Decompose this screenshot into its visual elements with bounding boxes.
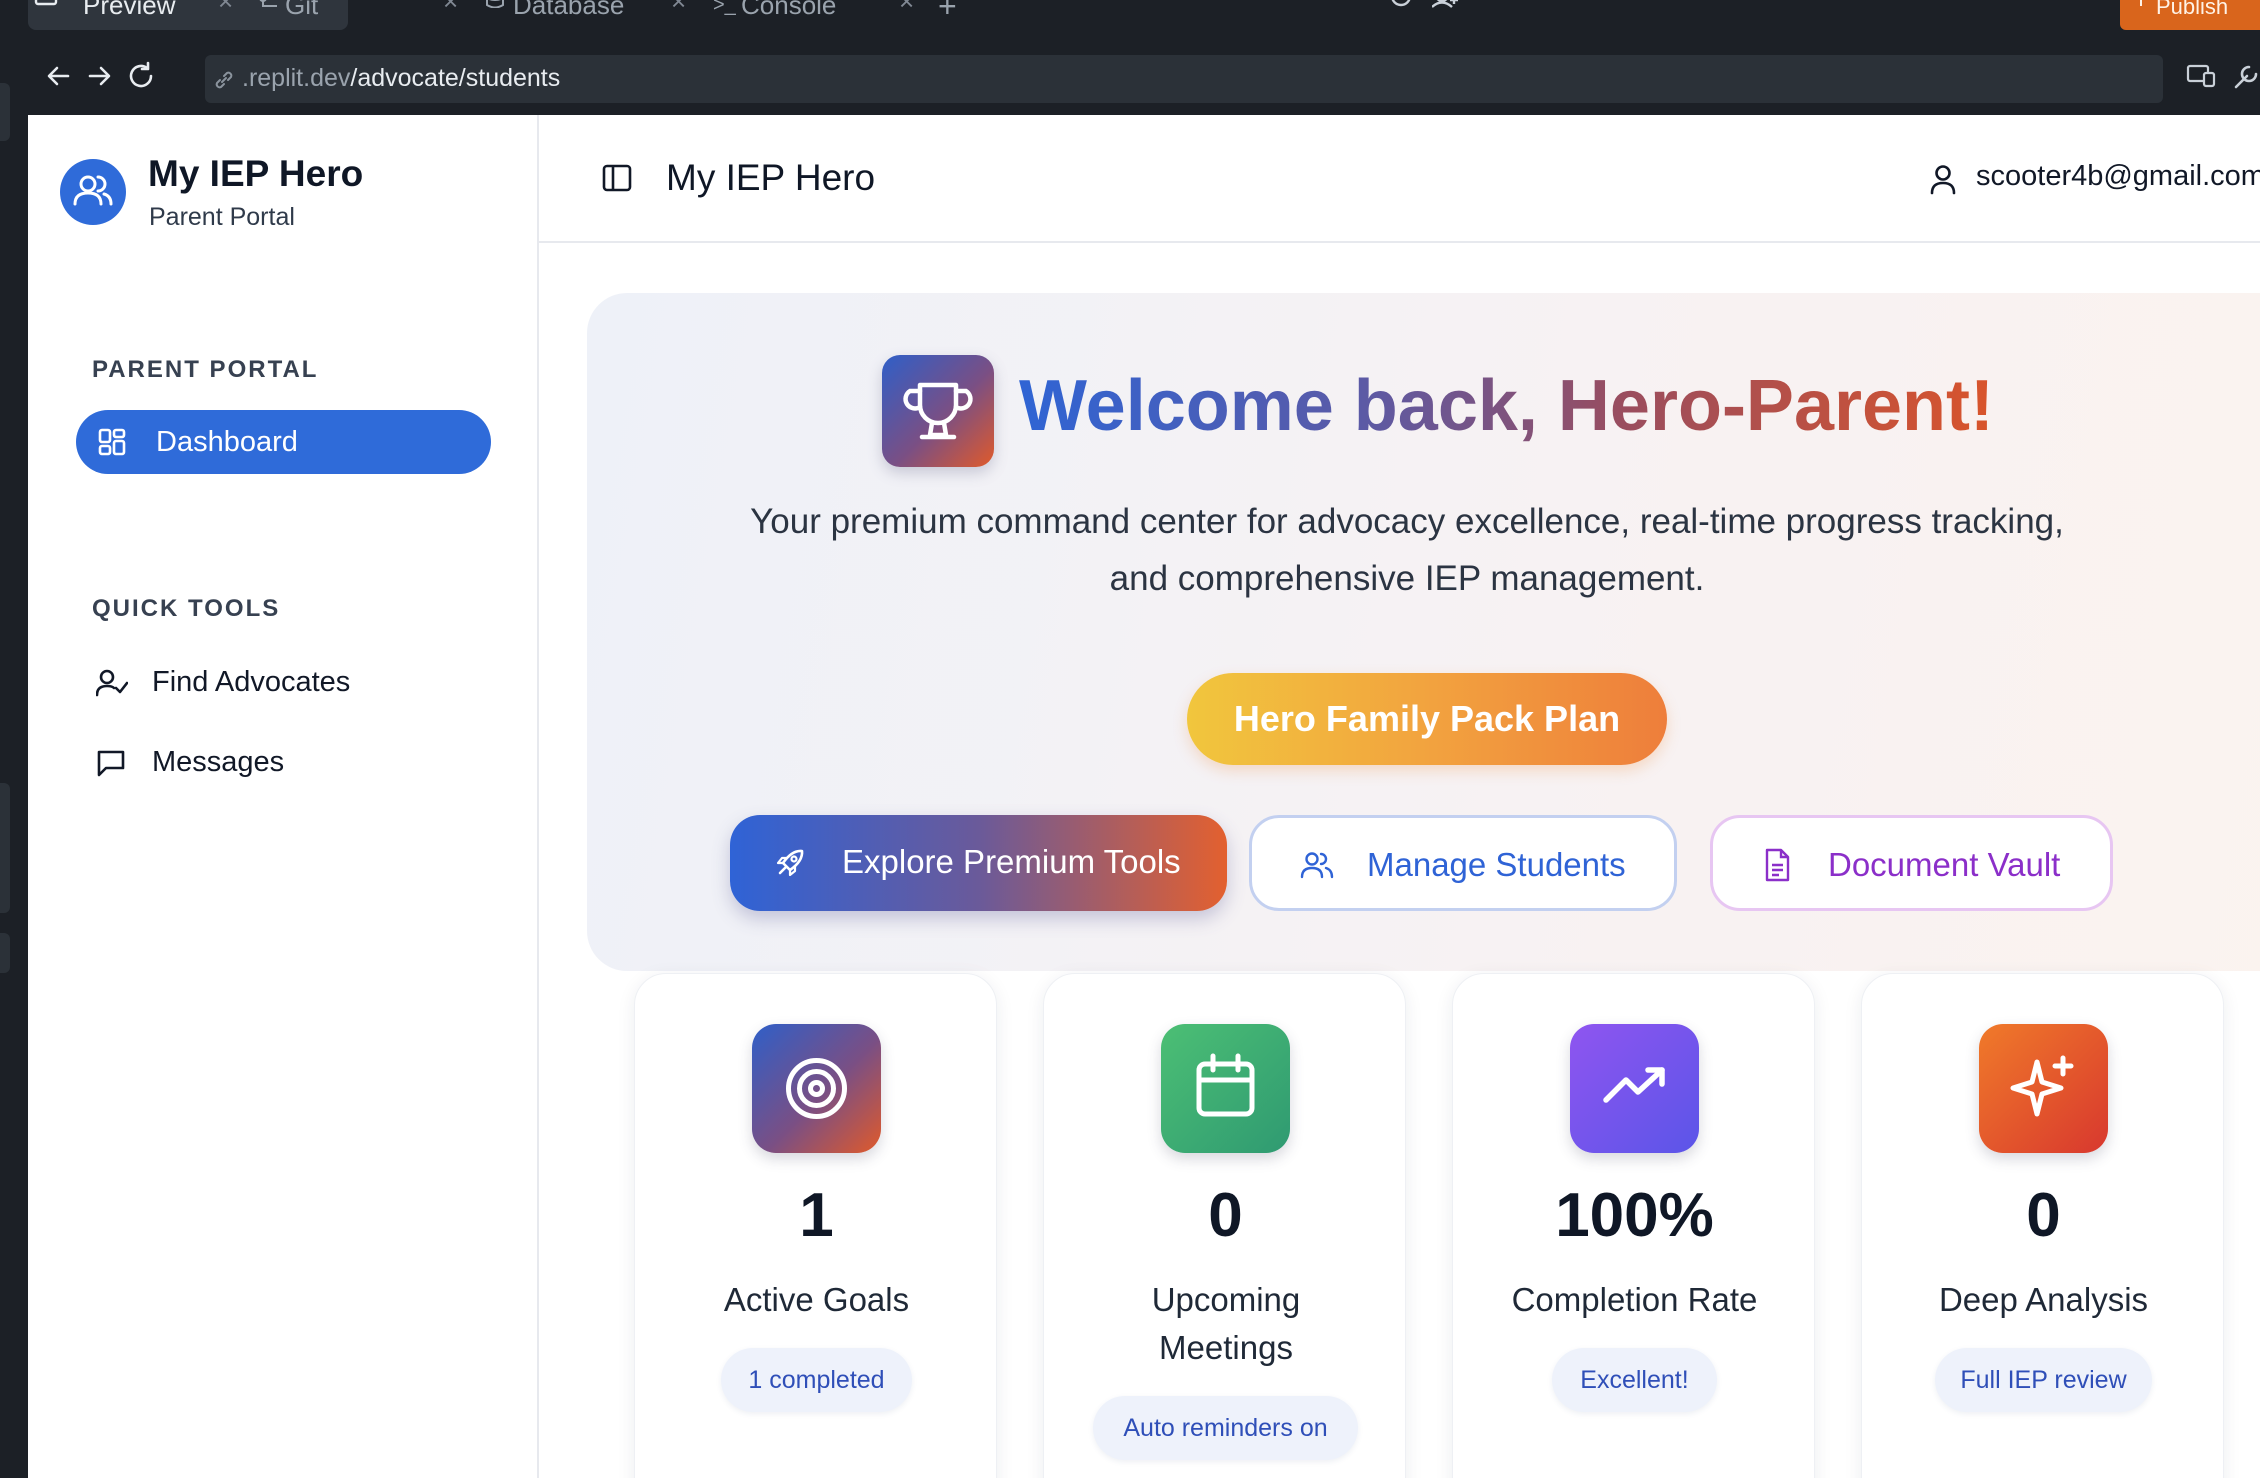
monitor-icon: [34, 0, 58, 8]
devices-icon[interactable]: [2186, 63, 2216, 89]
manage-students-button[interactable]: Manage Students: [1249, 815, 1677, 911]
sidebar-item-label: Messages: [152, 746, 285, 778]
stat-value: 1: [799, 1181, 834, 1250]
stat-card-active-goals: 1 Active Goals 1 completed: [634, 973, 997, 1478]
top-bar: My IEP Hero scooter4b@gmail.com: [539, 115, 2260, 243]
section-label-quick-tools: QUICK TOOLS: [92, 595, 281, 622]
sidebar-item-label: Find Advocates: [152, 666, 351, 698]
user-check-icon: [96, 668, 128, 698]
target-icon: [752, 1024, 881, 1153]
back-arrow-icon[interactable]: [46, 63, 72, 89]
hero-description: Your premium command center for advocacy…: [750, 502, 2064, 598]
status-badge: Auto reminders on: [1093, 1396, 1358, 1460]
file-text-icon: [1763, 848, 1791, 882]
user-icon: [1929, 163, 1957, 195]
welcome-heading: Welcome back, Hero-Parent!: [1019, 366, 1994, 446]
sidebar-toggle-icon[interactable]: [602, 163, 632, 193]
plan-badge: Hero Family Pack Plan: [1187, 673, 1667, 765]
sidebar-item-dashboard[interactable]: Dashboard: [76, 410, 491, 474]
users-icon: [60, 159, 126, 225]
dashboard-grid-icon: [98, 428, 126, 456]
welcome-hero: Welcome back, Hero-Parent! Your premium …: [587, 293, 2260, 971]
stat-label: Active Goals: [723, 1281, 910, 1318]
document-vault-button[interactable]: Document Vault: [1710, 815, 2113, 911]
ide-tab-console[interactable]: >_ Console ×: [711, 0, 931, 30]
ide-tab-git[interactable]: Git ×: [255, 0, 475, 30]
button-label: Manage Students: [1367, 846, 1626, 883]
status-badge: Excellent!: [1552, 1348, 1717, 1412]
antenna-icon: [2134, 0, 2148, 6]
close-icon[interactable]: ×: [899, 0, 914, 17]
message-square-icon: [96, 748, 126, 778]
ide-tab-bar: Preview × Git × Database × >_ Console × …: [0, 0, 2260, 43]
ide-left-rail: [0, 43, 28, 1478]
trending-up-icon: [1570, 1024, 1699, 1153]
status-badge: Full IEP review: [1935, 1348, 2152, 1412]
rail-handle[interactable]: [0, 783, 10, 913]
wrench-icon[interactable]: [2232, 63, 2260, 91]
terminal-icon: >_: [713, 0, 736, 16]
brand-subtitle: Parent Portal: [149, 203, 295, 231]
stat-value: 100%: [1555, 1181, 1714, 1250]
ide-tab-label: Git: [285, 0, 319, 20]
link-icon: [213, 69, 235, 91]
sidebar-item-find-advocates[interactable]: Find Advocates: [92, 654, 492, 710]
database-icon: [485, 0, 505, 8]
stat-value: 0: [2026, 1181, 2061, 1250]
ide-tab-label: Console: [741, 0, 837, 20]
publish-label: Publish: [2156, 0, 2229, 19]
brand-title: My IEP Hero: [148, 153, 364, 194]
sidebar: My IEP Hero Parent Portal PARENT PORTAL …: [28, 115, 539, 1478]
rail-handle[interactable]: [0, 933, 10, 973]
close-icon[interactable]: ×: [671, 0, 686, 17]
stat-card-deep-analysis: 0 Deep Analysis Full IEP review: [1861, 973, 2224, 1478]
button-label: Explore Premium Tools: [842, 843, 1181, 880]
page-title: My IEP Hero: [666, 157, 876, 198]
explore-premium-tools-button[interactable]: Explore Premium Tools: [730, 815, 1227, 911]
sidebar-item-label: Dashboard: [156, 426, 298, 458]
search-icon[interactable]: [1390, 0, 1414, 8]
calendar-icon: [1161, 1024, 1290, 1153]
section-label-parent-portal: PARENT PORTAL: [92, 356, 319, 383]
stat-card-completion-rate: 100% Completion Rate Excellent!: [1452, 973, 1815, 1478]
stat-label: Deep Analysis: [1938, 1281, 2149, 1318]
url-field[interactable]: .replit.dev/advocate/students: [205, 55, 2163, 103]
rail-handle[interactable]: [0, 83, 10, 141]
ide-tab-label: Preview: [83, 0, 176, 20]
stat-card-upcoming-meetings: 0 Upcoming Meetings Auto reminders on: [1043, 973, 1406, 1478]
app-viewport: My IEP Hero Parent Portal PARENT PORTAL …: [28, 115, 2260, 1478]
invite-user-icon[interactable]: [1432, 0, 1460, 8]
ide-tab-label: Database: [513, 0, 625, 20]
main-content: Welcome back, Hero-Parent! Your premium …: [539, 243, 2260, 1478]
git-branch-icon: [259, 0, 281, 8]
url-host: .replit.dev: [242, 64, 351, 92]
status-badge: 1 completed: [721, 1348, 912, 1412]
close-icon[interactable]: ×: [218, 0, 233, 17]
forward-arrow-icon[interactable]: [86, 63, 112, 89]
user-email[interactable]: scooter4b@gmail.com: [1976, 160, 2260, 193]
stat-label: Upcoming Meetings: [1151, 1281, 1301, 1366]
reload-icon[interactable]: [126, 61, 156, 91]
close-icon[interactable]: ×: [443, 0, 458, 17]
users-icon: [1300, 850, 1334, 880]
trophy-icon: [882, 355, 994, 467]
url-path: /advocate/students: [350, 64, 561, 92]
sparkles-icon: [1979, 1024, 2108, 1153]
url-text: .replit.dev/advocate/students: [242, 64, 560, 93]
button-label: Document Vault: [1828, 846, 2061, 883]
stat-value: 0: [1208, 1181, 1243, 1250]
ide-tab-database[interactable]: Database ×: [483, 0, 703, 30]
publish-button[interactable]: Publish: [2120, 0, 2260, 30]
rocket-icon: [774, 847, 806, 879]
sidebar-item-messages[interactable]: Messages: [92, 734, 492, 790]
stat-label: Completion Rate: [1511, 1281, 1758, 1318]
add-tab-icon[interactable]: +: [938, 0, 957, 25]
